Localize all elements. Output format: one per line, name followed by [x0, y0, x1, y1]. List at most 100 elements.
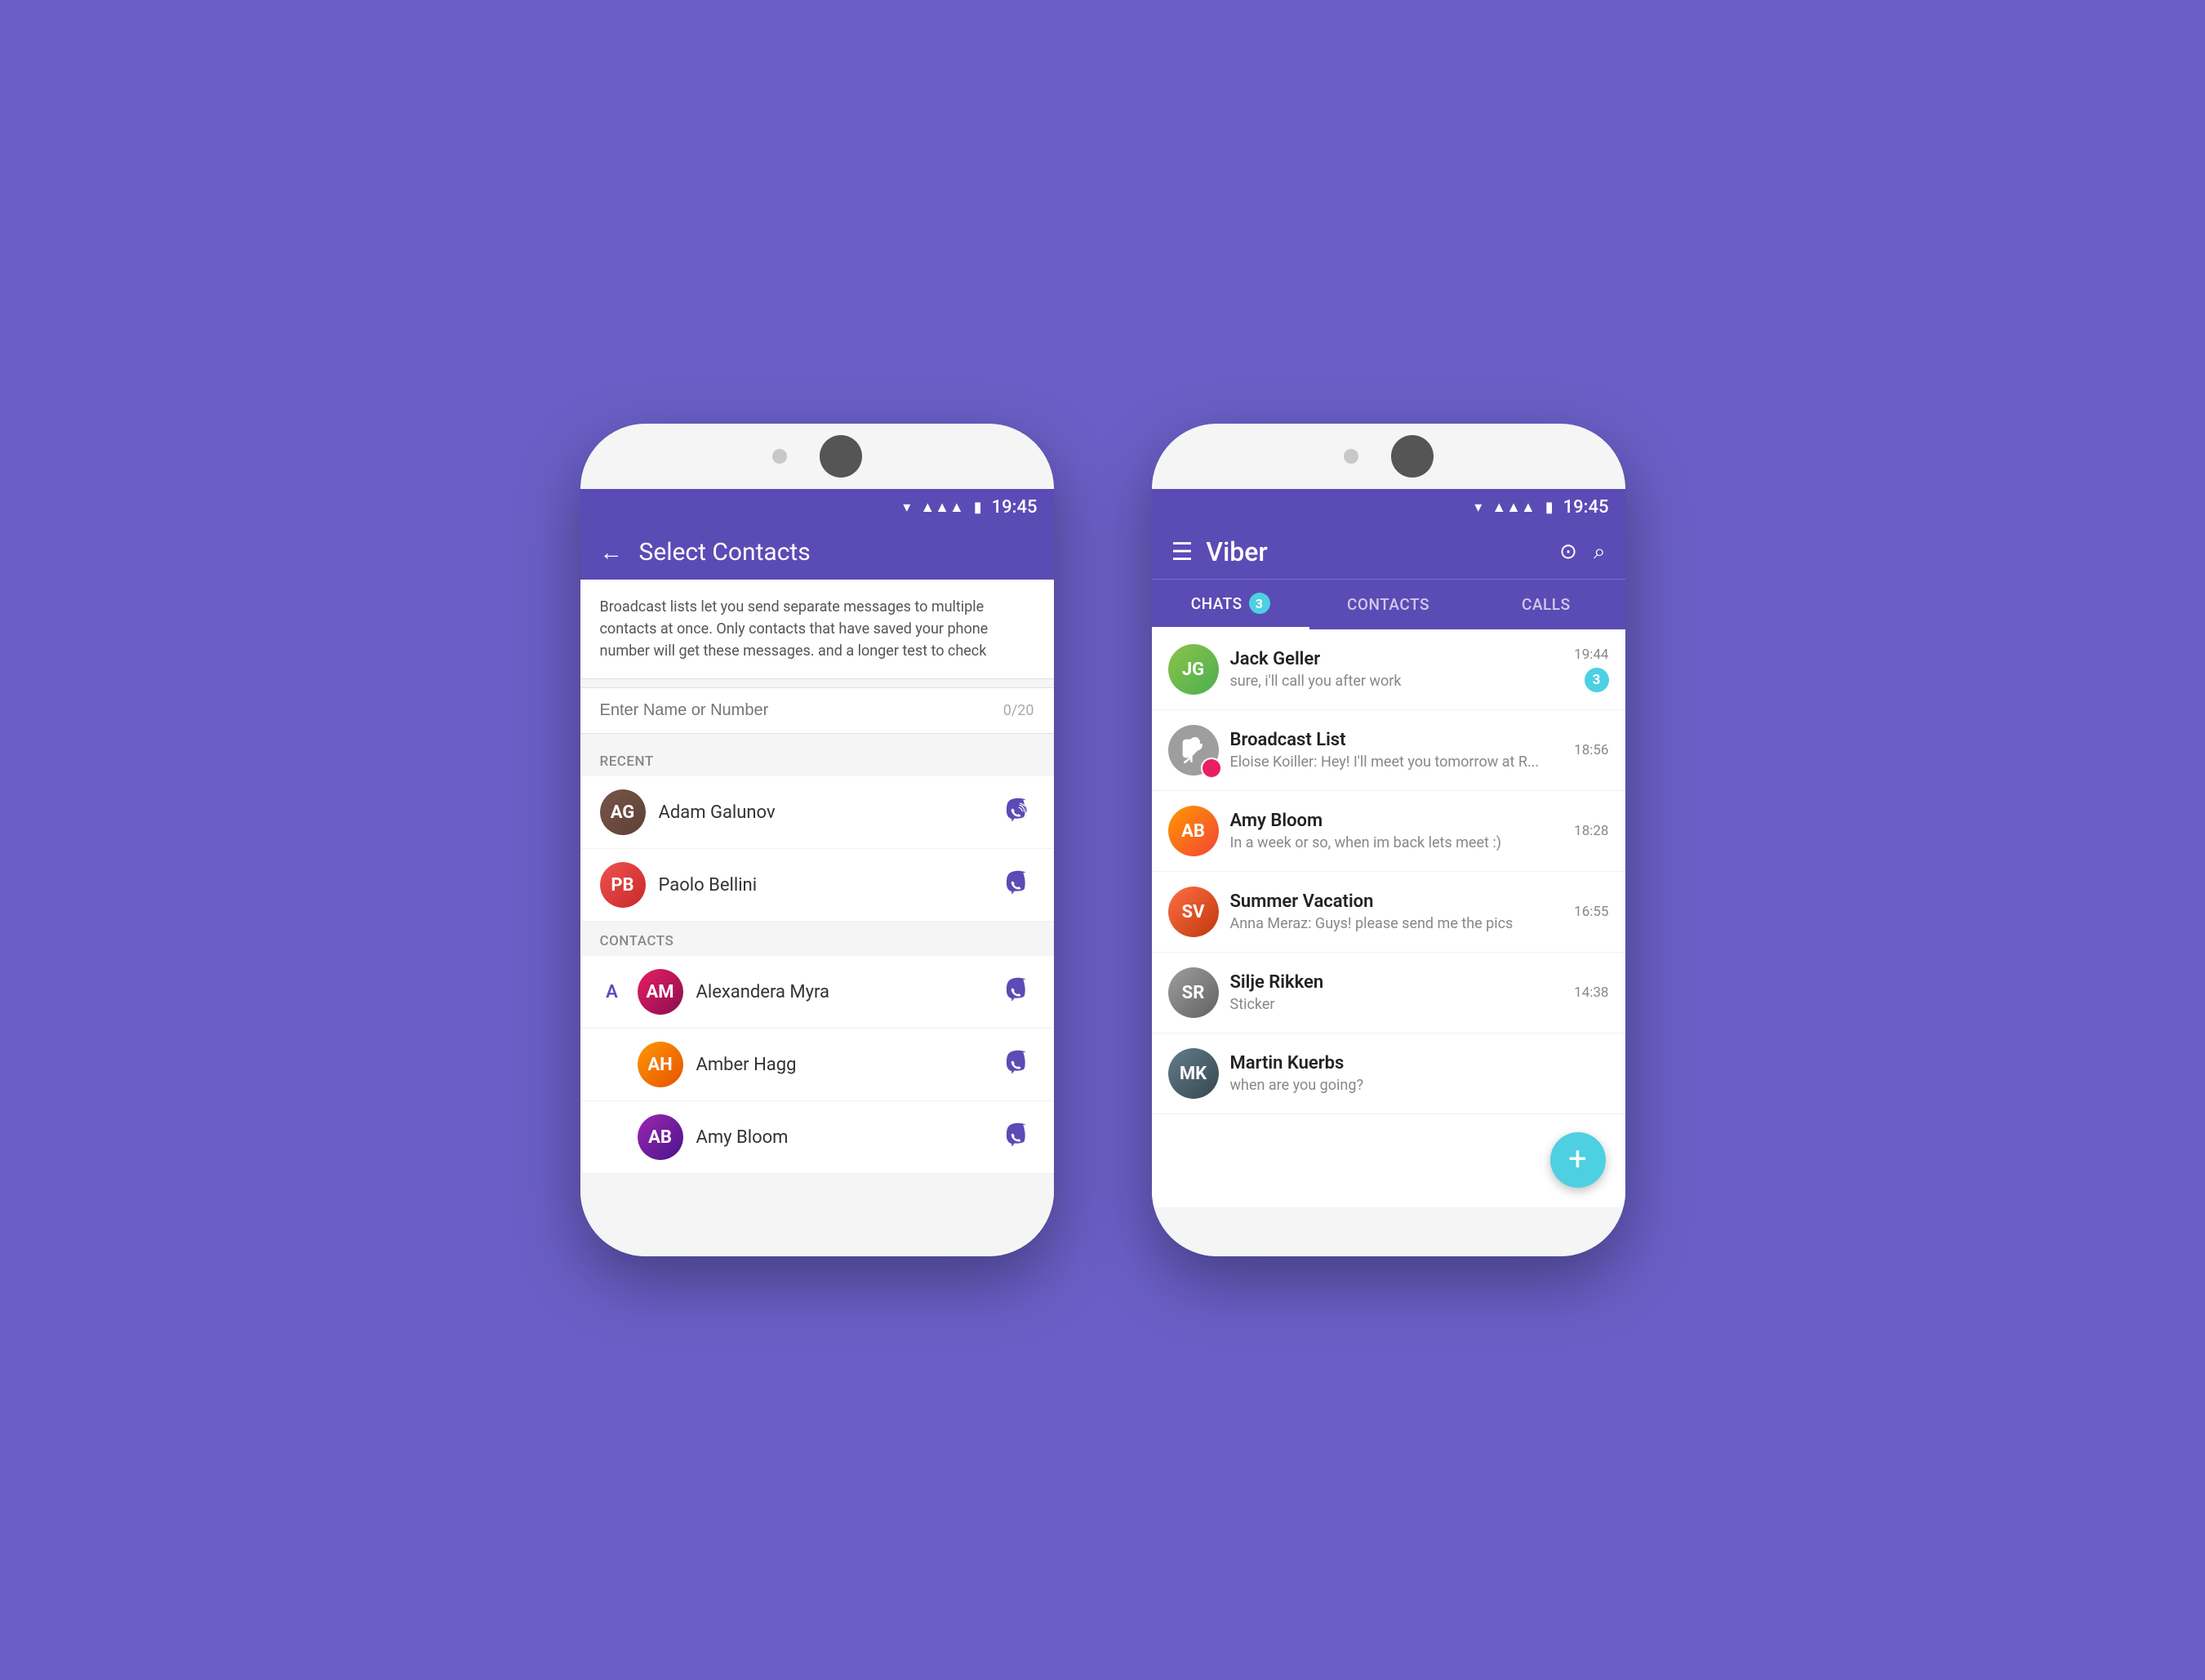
avatar: SV	[1168, 887, 1219, 937]
phone-bottom-right	[1152, 1207, 1625, 1256]
list-item[interactable]: AB Amy Bloom In a week or so, when im ba…	[1152, 791, 1625, 872]
tab-chats-label: CHATS	[1191, 594, 1243, 613]
chats-badge: 3	[1249, 593, 1270, 614]
phone-left: ▾ ▲▲▲ ▮ 19:45 ← Select Contacts Broadcas…	[580, 424, 1054, 1256]
chat-meta: 16:55	[1574, 904, 1608, 920]
battery-icon-right: ▮	[1545, 499, 1554, 516]
contacts-label-left: CONTACTS	[580, 922, 1054, 956]
broadcast-info: Broadcast lists let you send separate me…	[580, 580, 1054, 679]
chat-preview: Eloise Koiller: Hey! I'll meet you tomor…	[1230, 753, 1563, 771]
tabs-bar: CHATS 3 CONTACTS CALLS	[1152, 579, 1625, 629]
chat-name: Broadcast List	[1230, 730, 1563, 750]
chat-name: Jack Geller	[1230, 649, 1563, 669]
phone-screen-right: ▾ ▲▲▲ ▮ 19:45 ☰ Viber ⊙ ⌕ CHATS 3 CONTAC…	[1152, 489, 1625, 1207]
tab-contacts-label: CONTACTS	[1347, 595, 1429, 614]
list-item[interactable]: AB Amy Bloom	[580, 1101, 1054, 1174]
back-button[interactable]: ←	[600, 539, 623, 566]
avatar: JG	[1168, 644, 1219, 695]
status-bar-right: ▾ ▲▲▲ ▮ 19:45	[1152, 489, 1625, 525]
tab-chats[interactable]: CHATS 3	[1152, 580, 1309, 629]
speaker-right	[1391, 435, 1434, 478]
phone-screen-left: ▾ ▲▲▲ ▮ 19:45 ← Select Contacts Broadcas…	[580, 489, 1054, 1207]
chat-info: Amy Bloom In a week or so, when im back …	[1230, 811, 1563, 851]
chat-time: 16:55	[1574, 904, 1608, 920]
viber-icon	[1003, 1049, 1034, 1080]
contact-name: Amber Hagg	[696, 1055, 990, 1075]
chat-name: Martin Kuerbs	[1230, 1053, 1598, 1073]
avatar: AB	[638, 1114, 683, 1160]
viber-icon	[1003, 976, 1034, 1007]
chat-info: Summer Vacation Anna Meraz: Guys! please…	[1230, 891, 1563, 932]
tab-calls[interactable]: CALLS	[1467, 580, 1625, 629]
chat-info: Martin Kuerbs when are you going?	[1230, 1053, 1598, 1094]
list-item[interactable]: AH Amber Hagg	[580, 1029, 1054, 1101]
search-counter: 0/20	[1003, 702, 1034, 719]
contact-name: Alexandera Myra	[696, 982, 990, 1002]
menu-button[interactable]: ☰	[1171, 538, 1194, 567]
avatar: AB	[1168, 806, 1219, 856]
list-item[interactable]: PB Paolo Bellini	[580, 849, 1054, 922]
chat-preview: Anna Meraz: Guys! please send me the pic…	[1230, 915, 1563, 932]
mini-avatar	[1201, 758, 1222, 779]
fab-button[interactable]: +	[1550, 1132, 1606, 1188]
tab-contacts[interactable]: CONTACTS	[1309, 580, 1467, 629]
avatar: PB	[600, 862, 646, 908]
avatar: AH	[638, 1042, 683, 1087]
fab-icon: +	[1568, 1143, 1587, 1176]
status-bar-left: ▾ ▲▲▲ ▮ 19:45	[580, 489, 1054, 525]
chat-preview: when are you going?	[1230, 1077, 1598, 1094]
broadcast-icon	[1180, 737, 1207, 763]
chat-meta: 18:28	[1574, 823, 1608, 839]
chat-meta: 18:56	[1574, 742, 1608, 758]
chat-name: Amy Bloom	[1230, 811, 1563, 831]
chat-time: 18:28	[1574, 823, 1608, 839]
status-time-right: 19:45	[1563, 497, 1609, 518]
list-item[interactable]: Broadcast List Eloise Koiller: Hey! I'll…	[1152, 710, 1625, 791]
list-item[interactable]: SR Silje Rikken Sticker 14:38	[1152, 953, 1625, 1033]
search-input[interactable]	[600, 701, 1003, 720]
phone-right: ▾ ▲▲▲ ▮ 19:45 ☰ Viber ⊙ ⌕ CHATS 3 CONTAC…	[1152, 424, 1625, 1256]
viber-icon	[1003, 797, 1034, 828]
search-bar[interactable]: 0/20	[580, 687, 1054, 734]
search-button[interactable]: ⌕	[1594, 540, 1606, 565]
list-item[interactable]: SV Summer Vacation Anna Meraz: Guys! ple…	[1152, 872, 1625, 953]
qr-button[interactable]: ⊙	[1559, 540, 1577, 564]
phone-top-right	[1152, 424, 1625, 489]
page-title-left: Select Contacts	[639, 538, 811, 567]
chat-name: Silje Rikken	[1230, 972, 1563, 993]
chat-preview: sure, i'll call you after work	[1230, 673, 1563, 690]
status-time-left: 19:45	[992, 497, 1038, 518]
chat-info: Silje Rikken Sticker	[1230, 972, 1563, 1013]
chat-preview: Sticker	[1230, 996, 1563, 1013]
list-item[interactable]: MK Martin Kuerbs when are you going?	[1152, 1033, 1625, 1114]
app-title: Viber	[1206, 536, 1543, 567]
chat-meta: 14:38	[1574, 984, 1608, 1001]
viber-icon	[1003, 869, 1034, 900]
list-item[interactable]: AG Adam Galunov	[580, 776, 1054, 849]
app-bar-left: ← Select Contacts	[580, 525, 1054, 580]
contact-name: Adam Galunov	[659, 802, 990, 823]
phone-top-left	[580, 424, 1054, 489]
chat-list: JG Jack Geller sure, i'll call you after…	[1152, 629, 1625, 1207]
broadcast-avatar	[1168, 725, 1219, 776]
speaker-left	[820, 435, 862, 478]
phone-bottom-left	[580, 1207, 1054, 1256]
wifi-icon-left: ▾	[903, 499, 910, 516]
tab-calls-label: CALLS	[1522, 595, 1571, 614]
chat-meta: 19:44 3	[1574, 647, 1608, 692]
chat-time: 14:38	[1574, 984, 1608, 1001]
contact-name: Paolo Bellini	[659, 875, 990, 896]
list-item[interactable]: JG Jack Geller sure, i'll call you after…	[1152, 629, 1625, 710]
unread-badge: 3	[1585, 668, 1609, 692]
avatar: SR	[1168, 967, 1219, 1018]
chat-time: 19:44	[1574, 647, 1608, 663]
recent-label: RECENT	[580, 742, 1054, 776]
camera-dot-right	[1344, 449, 1358, 464]
chat-info: Broadcast List Eloise Koiller: Hey! I'll…	[1230, 730, 1563, 771]
viber-app-bar: ☰ Viber ⊙ ⌕	[1152, 525, 1625, 579]
avatar: AG	[600, 789, 646, 835]
battery-icon-left: ▮	[974, 499, 982, 516]
list-item[interactable]: A AM Alexandera Myra	[580, 956, 1054, 1029]
contact-name: Amy Bloom	[696, 1127, 990, 1148]
chat-name: Summer Vacation	[1230, 891, 1563, 912]
